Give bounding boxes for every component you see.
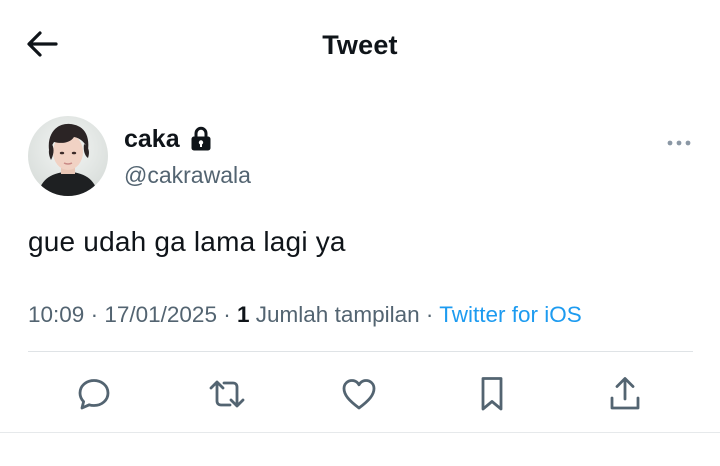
share-button[interactable]: [603, 370, 647, 418]
tweet-metadata: 10:09 · 17/01/2025 · 1 Jumlah tampilan ·…: [28, 300, 582, 330]
tweet-actions: [0, 370, 720, 420]
tweet-time[interactable]: 10:09: [28, 302, 84, 327]
retweet-icon: [209, 380, 245, 408]
meta-separator: ·: [223, 302, 231, 327]
like-button[interactable]: [337, 370, 381, 418]
views-label: Jumlah tampilan: [255, 302, 420, 327]
reply-button[interactable]: [72, 370, 116, 418]
avatar[interactable]: [28, 116, 108, 196]
more-options-button[interactable]: [664, 128, 694, 158]
top-bar: Tweet: [0, 0, 720, 90]
bottom-divider: [0, 432, 720, 433]
meta-separator: ·: [90, 302, 99, 327]
bookmark-button[interactable]: [470, 370, 514, 418]
bookmark-icon: [481, 377, 503, 411]
tweet-date[interactable]: 17/01/2025: [104, 302, 217, 327]
tweet-source-link[interactable]: Twitter for iOS: [439, 302, 582, 327]
display-name: caka: [124, 125, 180, 153]
avatar-image: [28, 116, 108, 196]
views-count: 1: [237, 302, 250, 327]
heart-icon: [342, 379, 376, 410]
retweet-button[interactable]: [205, 370, 249, 418]
user-handle[interactable]: @cakrawala: [124, 160, 251, 190]
tweet-text: gue udah ga lama lagi ya: [28, 226, 346, 257]
display-name-link[interactable]: caka: [124, 122, 214, 156]
meta-separator: ·: [425, 302, 434, 327]
divider: [28, 351, 693, 352]
tweet-author: caka @cakrawala: [28, 116, 692, 198]
more-horizontal-icon: [667, 140, 691, 146]
lock-icon: [188, 125, 214, 153]
share-icon: [610, 377, 640, 410]
reply-icon: [78, 379, 110, 410]
page-title: Tweet: [322, 30, 398, 60]
